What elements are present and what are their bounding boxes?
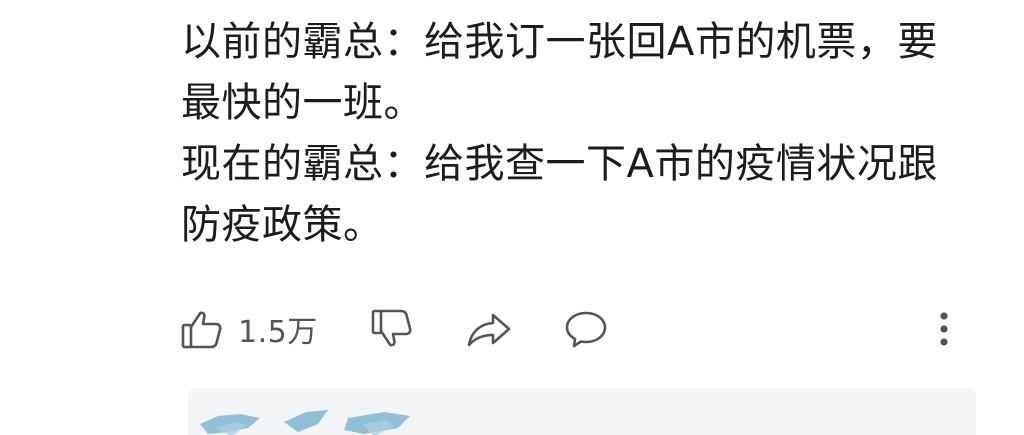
comment-line: 防疫政策。 [181, 202, 384, 248]
comment-action-bar: 1.5万 [180, 303, 970, 355]
share-arrow-icon [465, 307, 513, 351]
reply-button[interactable] [563, 303, 609, 355]
like-count: 1.5万 [238, 315, 318, 350]
thumbs-up-icon [180, 307, 224, 351]
thumbs-down-icon [370, 307, 414, 351]
comment-line: 以前的霸总：给我订一张回A市的机票，要 [181, 19, 938, 65]
comment-text: 以前的霸总：给我订一张回A市的机票，要 最快的一班。 现在的霸总：给我查一下A市… [181, 12, 981, 256]
comment-line: 现在的霸总：给我查一下A市的疫情状况跟 [181, 141, 938, 187]
share-button[interactable] [465, 303, 513, 355]
comment-line: 最快的一班。 [181, 80, 424, 126]
preview-fade [188, 388, 976, 402]
dislike-button[interactable] [370, 303, 414, 355]
attached-image-preview[interactable] [188, 388, 976, 435]
like-button[interactable]: 1.5万 [180, 303, 318, 355]
comment-screen: 以前的霸总：给我订一张回A市的机票，要 最快的一班。 现在的霸总：给我查一下A市… [0, 0, 1024, 435]
vertical-ellipsis-icon [932, 307, 956, 351]
more-options-button[interactable] [932, 303, 956, 355]
speech-bubble-icon [563, 307, 609, 351]
